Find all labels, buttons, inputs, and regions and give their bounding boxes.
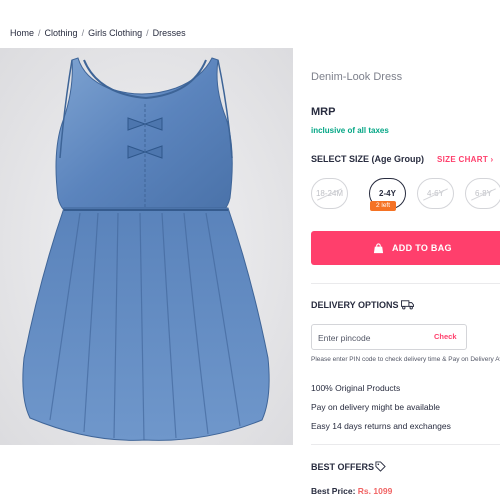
size-label: 6-8Y: [475, 189, 492, 198]
breadcrumb-girls-clothing[interactable]: Girls Clothing: [88, 28, 142, 38]
size-label: 18-24M: [315, 189, 344, 198]
check-pincode-button[interactable]: Check: [434, 332, 457, 341]
select-size-heading: SELECT SIZE (Age Group): [311, 154, 425, 164]
breadcrumb-dresses[interactable]: Dresses: [153, 28, 186, 38]
size-label: 4-6Y: [427, 189, 444, 198]
size-options: 18-24M 2-4Y 4-6Y 6-8Y: [311, 178, 500, 218]
feature-easy-returns: Easy 14 days returns and exchanges: [311, 421, 451, 431]
delivery-options-heading: DELIVERY OPTIONS: [311, 300, 399, 310]
add-to-bag-button[interactable]: ADD TO BAG: [311, 231, 500, 265]
best-price-value: Rs. 1099: [357, 486, 393, 496]
breadcrumb-home[interactable]: Home: [10, 28, 34, 38]
stock-left-badge: 2 left: [370, 201, 396, 211]
size-option-6-8y[interactable]: 6-8Y: [465, 178, 500, 209]
tax-note: inclusive of all taxes: [311, 126, 389, 135]
breadcrumb-separator: /: [38, 28, 41, 38]
divider: [311, 283, 500, 284]
size-option-4-6y[interactable]: 4-6Y: [417, 178, 454, 209]
breadcrumb-clothing[interactable]: Clothing: [45, 28, 78, 38]
size-label: 2-4Y: [379, 189, 396, 198]
breadcrumb-separator: /: [81, 28, 85, 38]
best-price-label: Best Price:: [311, 486, 356, 496]
best-price: Best Price: Rs. 1099: [311, 486, 392, 496]
pincode-note: Please enter PIN code to check delivery …: [311, 356, 500, 363]
product-title: Denim-Look Dress: [311, 71, 403, 83]
denim-dress-image: [0, 48, 293, 445]
pincode-field: Check: [311, 324, 467, 350]
size-option-18-24m[interactable]: 18-24M: [311, 178, 348, 209]
size-chart-link[interactable]: SIZE CHART ›: [437, 155, 494, 164]
feature-pay-on-delivery: Pay on delivery might be available: [311, 402, 440, 412]
feature-original-products: 100% Original Products: [311, 383, 401, 393]
chevron-right-icon: ›: [490, 155, 494, 164]
divider: [311, 444, 500, 445]
size-chart-label: SIZE CHART: [437, 155, 488, 164]
pincode-input[interactable]: [318, 330, 428, 345]
bag-icon: [373, 242, 384, 253]
breadcrumb: Home / Clothing / Girls Clothing / Dresses: [10, 28, 186, 38]
mrp-label: MRP: [311, 106, 336, 118]
add-to-bag-label: ADD TO BAG: [392, 243, 452, 253]
breadcrumb-separator: /: [146, 28, 149, 38]
truck-icon: [401, 300, 414, 310]
tag-icon: [375, 461, 386, 472]
product-image[interactable]: [0, 48, 293, 445]
best-offers-heading: BEST OFFERS: [311, 462, 375, 472]
